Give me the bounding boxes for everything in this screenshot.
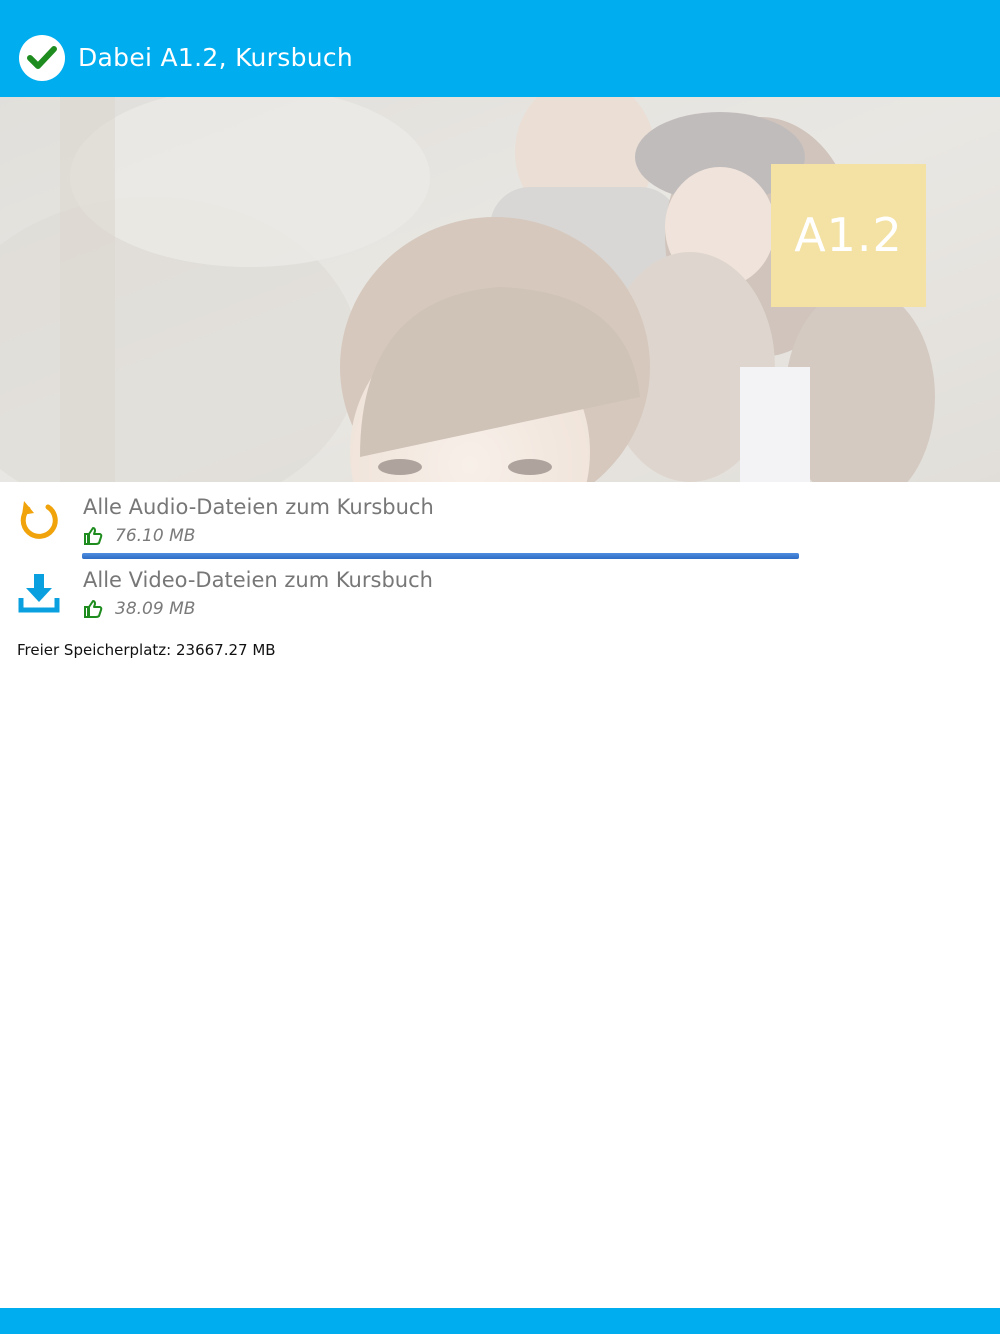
bottom-bar [0,1308,1000,1334]
free-storage-text: Freier Speicherplatz: 23667.27 MB [17,641,276,659]
page-title: Dabei A1.2, Kursbuch [78,43,354,72]
audio-download-title[interactable]: Alle Audio-Dateien zum Kursbuch [83,495,434,519]
check-circle-icon [19,35,65,81]
audio-file-size: 76.10 MB [115,526,196,546]
video-file-size: 38.09 MB [115,599,196,619]
thumbs-up-icon [84,527,103,545]
level-badge: A1.2 [771,164,926,307]
level-badge-text: A1.2 [794,208,903,262]
refresh-icon[interactable] [16,497,62,543]
video-download-title[interactable]: Alle Video-Dateien zum Kursbuch [83,568,433,592]
thumbs-up-icon [84,600,103,618]
audio-progress-fill [82,553,799,559]
audio-progress-bar [82,553,799,559]
download-icon[interactable] [16,570,62,616]
app-header: Dabei A1.2, Kursbuch [0,0,1000,97]
